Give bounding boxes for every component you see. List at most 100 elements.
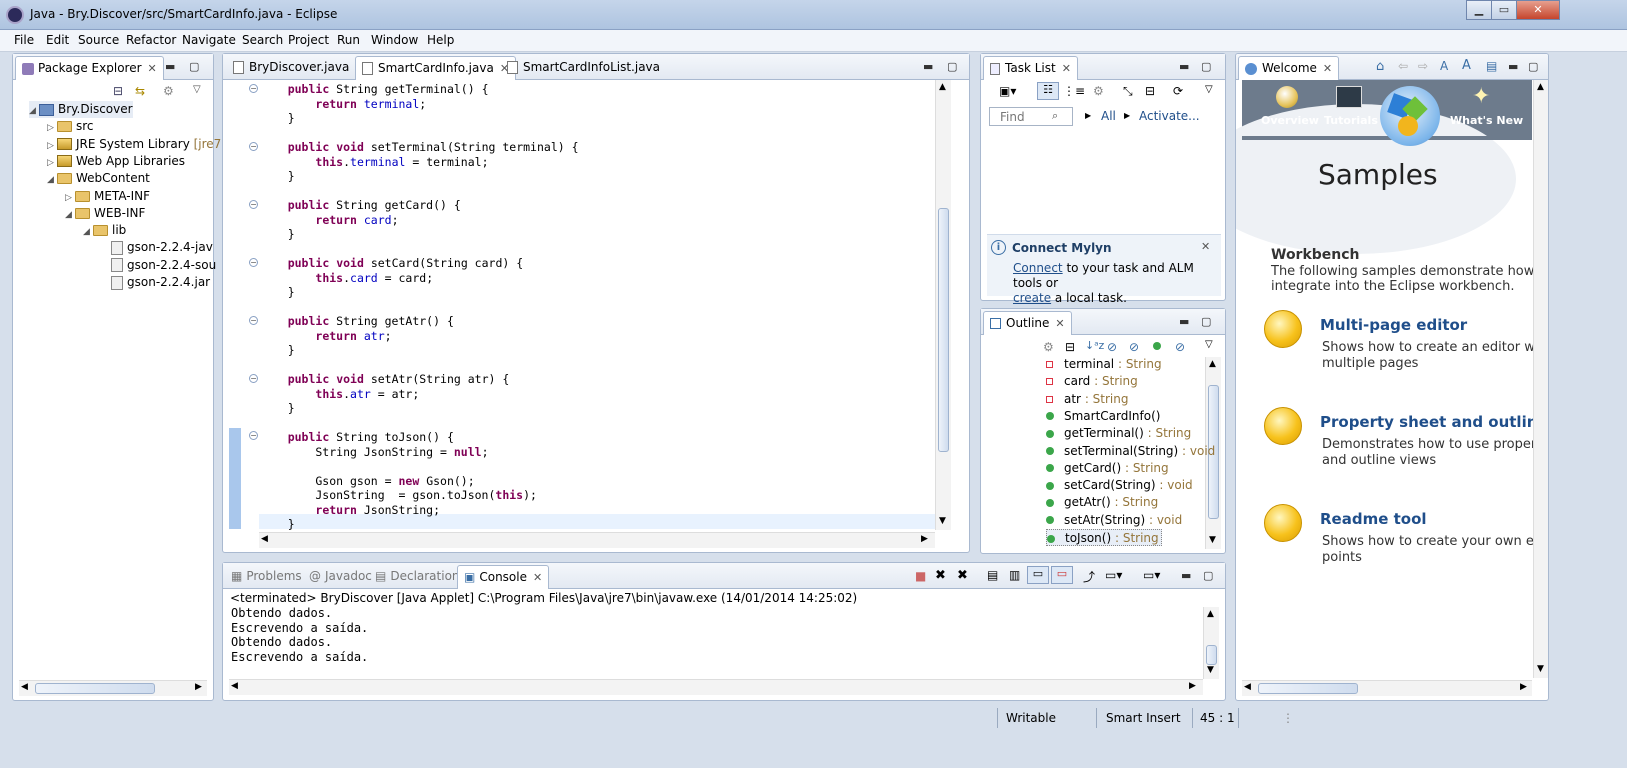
hide-local-types-icon[interactable]: ⊘ — [1175, 340, 1185, 354]
scroll-down-icon[interactable]: ▼ — [939, 516, 946, 526]
tree-item[interactable]: gson-2.2.4-jav — [101, 239, 213, 256]
all-link[interactable]: All — [1101, 109, 1116, 123]
nav-whats-new[interactable]: What's New — [1450, 114, 1523, 127]
outline-item[interactable]: getTerminal() : String — [1046, 425, 1191, 442]
menu-file[interactable]: File — [14, 33, 34, 47]
find-input[interactable]: Find ⌕ — [989, 107, 1073, 126]
sync-changed-icon[interactable]: ⟳ — [1173, 84, 1183, 98]
minimize-view-button[interactable]: ▬ — [165, 60, 175, 73]
tree-item[interactable]: gson-2.2.4-sou — [101, 257, 216, 274]
chevron-down-icon[interactable]: ▽ — [1205, 339, 1213, 350]
menu-window[interactable]: Window — [371, 33, 418, 47]
menu-source[interactable]: Source — [78, 33, 119, 47]
outline-item[interactable]: SmartCardInfo() — [1046, 408, 1160, 425]
back-icon[interactable]: ⇦ — [1398, 59, 1408, 73]
menu-navigate[interactable]: Navigate — [182, 33, 236, 47]
focus-icon[interactable]: ⤡ — [1123, 84, 1133, 99]
fold-toggle[interactable]: − — [249, 142, 258, 151]
scroll-up-icon[interactable]: ▲ — [1207, 609, 1214, 619]
scroll-down-icon[interactable]: ▼ — [1207, 665, 1214, 675]
tree-item[interactable]: gson-2.2.4.jar — [101, 274, 210, 291]
scroll-right-icon[interactable]: ▶ — [1520, 682, 1527, 692]
expanded-arrow-icon[interactable]: ◢ — [47, 172, 57, 189]
minimize-view-button[interactable]: ▬ — [1179, 60, 1189, 73]
remove-launch-icon[interactable]: ✖ — [935, 568, 946, 583]
tab-outline[interactable]: Outline ✕ — [983, 311, 1072, 335]
tab-package-explorer[interactable]: Package Explorer ✕ — [15, 56, 164, 80]
code-editor[interactable]: public String getTerminal() { return ter… — [260, 82, 579, 532]
menu-edit[interactable]: Edit — [46, 33, 69, 47]
nav-tutorials[interactable]: Tutorials — [1324, 114, 1378, 127]
outline-item[interactable]: atr : String — [1046, 391, 1128, 408]
overview-icon[interactable] — [1276, 86, 1298, 108]
chevron-down-icon[interactable]: ▽ — [1205, 84, 1213, 95]
tree-item[interactable]: ▷ META-INF — [65, 188, 150, 205]
customize-icon[interactable]: ▤ — [1486, 59, 1497, 73]
tutorials-icon[interactable] — [1336, 86, 1362, 108]
link-with-editor-icon[interactable]: ⇆ — [135, 84, 145, 98]
sync-icon[interactable]: ⚙ — [1093, 84, 1104, 98]
sort-icon[interactable]: ↓ᵃz — [1085, 339, 1104, 352]
search-icon[interactable]: ⌕ — [1052, 109, 1058, 123]
scroll-down-icon[interactable]: ▼ — [1537, 664, 1544, 674]
scroll-left-icon[interactable]: ◀ — [21, 682, 28, 692]
collapse-all-icon[interactable]: ⊟ — [1145, 84, 1155, 98]
minimize-view-button[interactable]: ▬ — [1179, 315, 1189, 328]
close-icon[interactable]: ✕ — [1201, 240, 1210, 253]
sample-property-sheet-link[interactable]: Property sheet and outline — [1320, 413, 1548, 431]
hide-fields-icon[interactable]: ⊘ — [1107, 340, 1117, 354]
outline-item[interactable]: setTerminal(String) : void — [1046, 443, 1215, 460]
outline-item[interactable]: getCard() : String — [1046, 460, 1169, 477]
home-icon[interactable]: ⌂ — [1376, 59, 1384, 74]
tree-item[interactable]: ◢ Bry.Discover — [29, 101, 133, 118]
outline-item[interactable]: terminal : String — [1046, 356, 1162, 373]
expanded-arrow-icon[interactable]: ◢ — [83, 224, 93, 241]
scroll-right-icon[interactable]: ▶ — [195, 682, 202, 692]
menu-help[interactable]: Help — [427, 33, 454, 47]
tab-declaration[interactable]: ▤ Declaration — [369, 565, 466, 589]
chevron-down-icon[interactable]: ▽ — [193, 84, 201, 95]
outline-item[interactable]: setCard(String) : void — [1046, 477, 1193, 494]
maximize-view-button[interactable]: ▢ — [189, 60, 199, 73]
tab-welcome[interactable]: Welcome ✕ — [1238, 56, 1340, 80]
scroll-lock-icon[interactable]: ▥ — [1009, 568, 1020, 582]
expanded-arrow-icon[interactable]: ◢ — [65, 207, 75, 224]
maximize-view-button[interactable]: ▢ — [1203, 569, 1213, 582]
close-window-button[interactable]: ✕ — [1516, 0, 1560, 20]
welcome-vscrollbar[interactable]: ▲ ▼ — [1533, 80, 1548, 678]
display-console-icon[interactable]: ▭▾ — [1105, 568, 1122, 582]
tab-javadoc[interactable]: @ Javadoc — [303, 565, 378, 589]
fold-toggle[interactable]: − — [249, 84, 258, 93]
scroll-down-icon[interactable]: ▼ — [1209, 535, 1216, 545]
editor-hscrollbar[interactable]: ◀ ▶ — [259, 532, 935, 548]
scroll-right-icon[interactable]: ▶ — [921, 534, 928, 544]
tree-item[interactable]: ◢ WEB-INF — [65, 205, 145, 222]
menu-search[interactable]: Search — [242, 33, 283, 47]
hide-static-icon[interactable]: ⊘ — [1129, 340, 1139, 354]
fold-toggle[interactable]: − — [249, 316, 258, 325]
font-shrink-icon[interactable]: A — [1440, 59, 1448, 73]
tree-item[interactable]: ▷ Web App Libraries — [47, 153, 185, 170]
close-icon[interactable]: ✕ — [1055, 317, 1064, 330]
collapse-all-icon[interactable]: ⊟ — [113, 84, 123, 98]
tree-item[interactable]: ▷ src — [47, 118, 94, 135]
maximize-view-button[interactable]: ▢ — [1201, 60, 1211, 73]
view-menu-icon[interactable]: ⚙ — [163, 84, 174, 98]
expanded-arrow-icon[interactable]: ◢ — [29, 103, 39, 120]
minimize-view-button[interactable]: ▬ — [1508, 60, 1518, 73]
pin-console-icon[interactable]: ⤴ — [1083, 568, 1095, 585]
outline-item[interactable]: getAtr() : String — [1046, 494, 1158, 511]
tab-console[interactable]: ▣ Console ✕ — [457, 565, 550, 589]
minimize-window-button[interactable]: ▁ — [1466, 0, 1492, 20]
tab-smartcardinfolist-java[interactable]: SmartCardInfoList.java — [501, 56, 666, 80]
minimize-view-button[interactable]: ▬ — [923, 60, 933, 73]
close-icon[interactable]: ✕ — [1323, 62, 1332, 75]
outline-item[interactable]: setAtr(String) : void — [1046, 512, 1182, 529]
tab-smartcardinfo-java[interactable]: SmartCardInfo.java ✕ — [355, 56, 517, 80]
menu-run[interactable]: Run — [337, 33, 360, 47]
show-on-stderr-icon[interactable]: ▭ — [1051, 566, 1073, 584]
fold-toggle[interactable]: − — [249, 200, 258, 209]
collapse-all-icon[interactable]: ⊟ — [1065, 340, 1075, 354]
tree-item[interactable]: ▷ JRE System Library [jre7] — [47, 136, 226, 153]
tree-item[interactable]: ◢ lib — [83, 222, 126, 239]
